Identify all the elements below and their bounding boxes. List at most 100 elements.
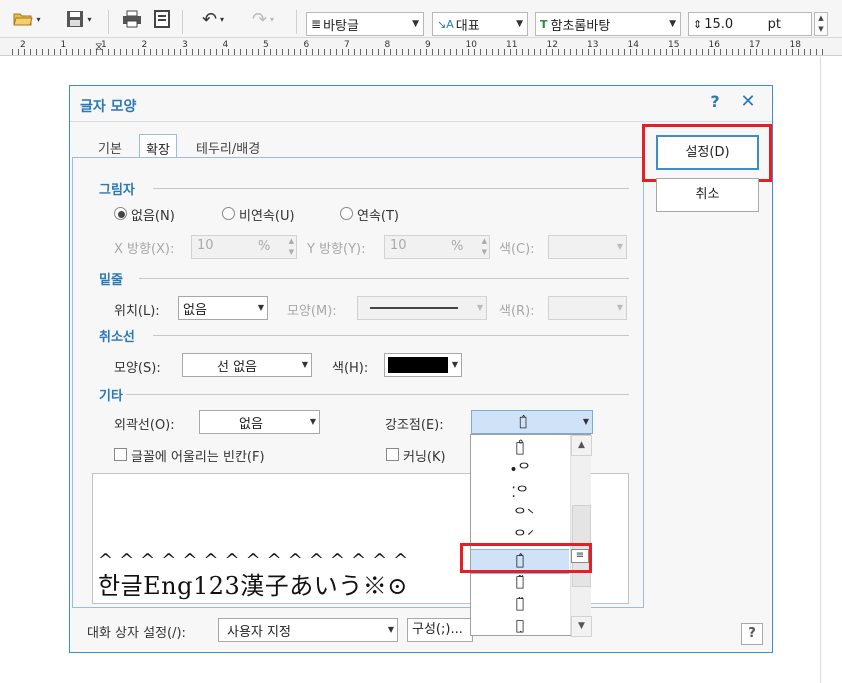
spinner-arrows-icon: ▲ ▼ — [481, 237, 487, 256]
underline-shape-combo[interactable]: ▼ — [357, 296, 487, 320]
ruler-number: 6 — [303, 40, 310, 50]
dialog-setting-combo[interactable]: 사용자 지정 ▼ — [218, 618, 398, 642]
toolbar: ▾ ▾ ↶ ▾ ↷ ▾ ≣ 바탕글 ▼ ↘A 대표 ▼ T 함초롬바탕 ▼ ⇕ 15… — [0, 0, 842, 38]
shadow-y-unit: % — [451, 239, 464, 254]
shadow-none-radio[interactable] — [114, 207, 127, 220]
dropdown-scrollbar[interactable]: ▲ ▼ — [570, 435, 592, 637]
kerning-checkbox[interactable] — [386, 448, 399, 461]
ruler-number: 13 — [587, 40, 599, 50]
language-combo[interactable]: ↘A 대표 ▼ — [432, 12, 528, 36]
section-divider — [153, 188, 629, 189]
ruler-number: 1 — [101, 40, 107, 50]
fit-space-label: 글꼴에 어울리는 빈칸(F) — [131, 450, 265, 465]
color-swatch — [388, 357, 448, 373]
emphasis-option[interactable]: •ᄋ — [471, 459, 569, 482]
paragraph-style-icon: ≣ — [311, 17, 322, 31]
outline-value: 없음 — [239, 416, 263, 432]
font-size-spinner[interactable]: ▲ ▼ — [814, 12, 828, 36]
shadow-discontinuous-radio[interactable] — [222, 207, 235, 220]
shadow-none-label: 없음(N) — [131, 209, 175, 224]
strike-color-combo[interactable]: ▼ — [384, 353, 462, 377]
horizontal-ruler[interactable]: ⧖ 2 1 1 2 3 4 5 6 7 8 9 10 11 12 13 14 15 16 17 18 — [0, 38, 842, 56]
ruler-number: 2 — [141, 40, 148, 50]
style-combo[interactable]: ≣ 바탕글 ▼ — [306, 12, 424, 36]
font-size-unit: pt — [767, 16, 781, 32]
font-size-field[interactable]: ⇕ 15.0 pt — [688, 12, 812, 36]
ruler-number: 2 — [20, 40, 26, 50]
font-combo-value: 함초롬바탕 — [550, 18, 611, 34]
ruler-number: 5 — [263, 40, 269, 50]
outline-label: 외곽선(O): — [114, 418, 175, 433]
outline-combo[interactable]: 없음 ▼ — [199, 410, 320, 434]
toolbar-separator — [108, 10, 109, 34]
ruler-number: 10 — [465, 40, 477, 50]
shadow-y-value: 10 — [390, 238, 407, 253]
preview-text: 한글Eng123漢子あいう※⊙ — [98, 572, 408, 600]
scroll-down-icon[interactable]: ▼ — [571, 616, 592, 637]
ruler-number: 3 — [182, 40, 188, 50]
emphasis-option[interactable]: ᄋ̈ — [471, 593, 569, 616]
chevron-down-icon: ▼ — [669, 19, 676, 29]
underline-position-combo[interactable]: 없음 ▼ — [178, 296, 268, 320]
undo-icon[interactable]: ↶ ▾ — [192, 6, 234, 32]
chevron-down-icon: ▼ — [582, 417, 589, 426]
tab-basic[interactable]: 기본 — [92, 134, 128, 158]
language-icon: ↘A — [437, 17, 454, 31]
open-folder-icon[interactable]: ▾ — [6, 6, 48, 32]
cancel-button[interactable]: 취소 — [656, 178, 759, 212]
emphasis-combo[interactable]: ᄋ̂ ▼ — [471, 410, 593, 434]
emphasis-dropdown-list[interactable]: ᄋ̊ •ᄋ ⁚ᄋ ᄋ̀ ᄋ́ ᄋ̂ ᄋ̃ ᄋ̈ ᄋ̣ ▲ ▼ — [470, 434, 592, 638]
shadow-color-combo[interactable]: ▼ — [548, 235, 627, 259]
spinner-arrows-icon: ▲ ▼ — [288, 237, 294, 256]
vertical-scrollbar[interactable] — [820, 57, 842, 683]
section-strike-heading: 취소선 — [99, 330, 135, 345]
shadow-y-field[interactable]: 10 % ▲ ▼ — [384, 235, 490, 259]
shadow-discontinuous-label: 비연속(U) — [239, 209, 295, 224]
toolbar-separator — [182, 10, 183, 34]
chevron-down-icon: ▼ — [616, 242, 623, 251]
ruler-number: 12 — [546, 40, 558, 50]
emphasis-option[interactable]: ⁚ᄋ — [471, 482, 569, 505]
emphasis-option[interactable]: ᄋ̊ — [471, 437, 569, 460]
config-button[interactable]: 구성(;)... — [407, 618, 473, 642]
ruler-number: 15 — [668, 40, 680, 50]
emphasis-option[interactable]: ᄋ̃ — [471, 571, 569, 594]
preview-icon[interactable] — [150, 6, 174, 32]
emphasis-value: ᄋ̂ — [519, 414, 527, 430]
grip-icon: ≡ — [571, 549, 589, 563]
save-icon[interactable]: ▾ — [58, 6, 100, 32]
underline-position-value: 없음 — [183, 302, 207, 318]
strike-color-label: 색(H): — [332, 361, 369, 376]
shadow-continuous-radio[interactable] — [340, 207, 353, 220]
ruler-number: 1 — [60, 40, 67, 50]
chevron-down-icon: ▼ — [516, 19, 523, 29]
emphasis-option[interactable]: ᄋ̀ — [471, 504, 569, 527]
print-icon[interactable] — [120, 6, 144, 32]
scroll-up-icon[interactable]: ▲ — [571, 435, 592, 456]
shadow-color-label: 색(C): — [499, 242, 535, 257]
close-icon[interactable]: ✕ — [736, 91, 760, 115]
shadow-x-unit: % — [258, 239, 271, 254]
footer-help-button[interactable]: ? — [741, 623, 763, 645]
fit-space-checkbox[interactable] — [114, 448, 127, 461]
ruler-ticks — [12, 49, 824, 55]
font-size-value: 15.0 — [704, 16, 734, 32]
tab-border-background[interactable]: 테두리/배경 — [190, 134, 266, 158]
shadow-x-field[interactable]: 10 % ▲ ▼ — [191, 235, 297, 259]
ok-button[interactable]: 설정(D) — [656, 135, 759, 170]
ruler-number: 18 — [789, 40, 801, 50]
underline-color-combo[interactable]: ▼ — [548, 296, 627, 320]
line-sample — [370, 307, 458, 309]
emphasis-option[interactable]: ᄋ̣ — [471, 615, 569, 638]
section-divider — [153, 335, 629, 336]
strike-shape-combo[interactable]: 선 없음 ▼ — [182, 353, 312, 377]
ruler-number: 11 — [506, 40, 518, 50]
font-combo[interactable]: T 함초롬바탕 ▼ — [535, 12, 681, 36]
redo-icon[interactable]: ↷ ▾ — [242, 6, 284, 32]
strike-shape-label: 모양(S): — [114, 361, 161, 376]
help-icon[interactable]: ? — [704, 92, 726, 114]
tab-extended[interactable]: 확장 — [139, 134, 177, 158]
ruler-number: 17 — [749, 40, 761, 50]
ruler-number: 4 — [222, 40, 229, 50]
font-size-icon: ⇕ — [693, 17, 703, 31]
